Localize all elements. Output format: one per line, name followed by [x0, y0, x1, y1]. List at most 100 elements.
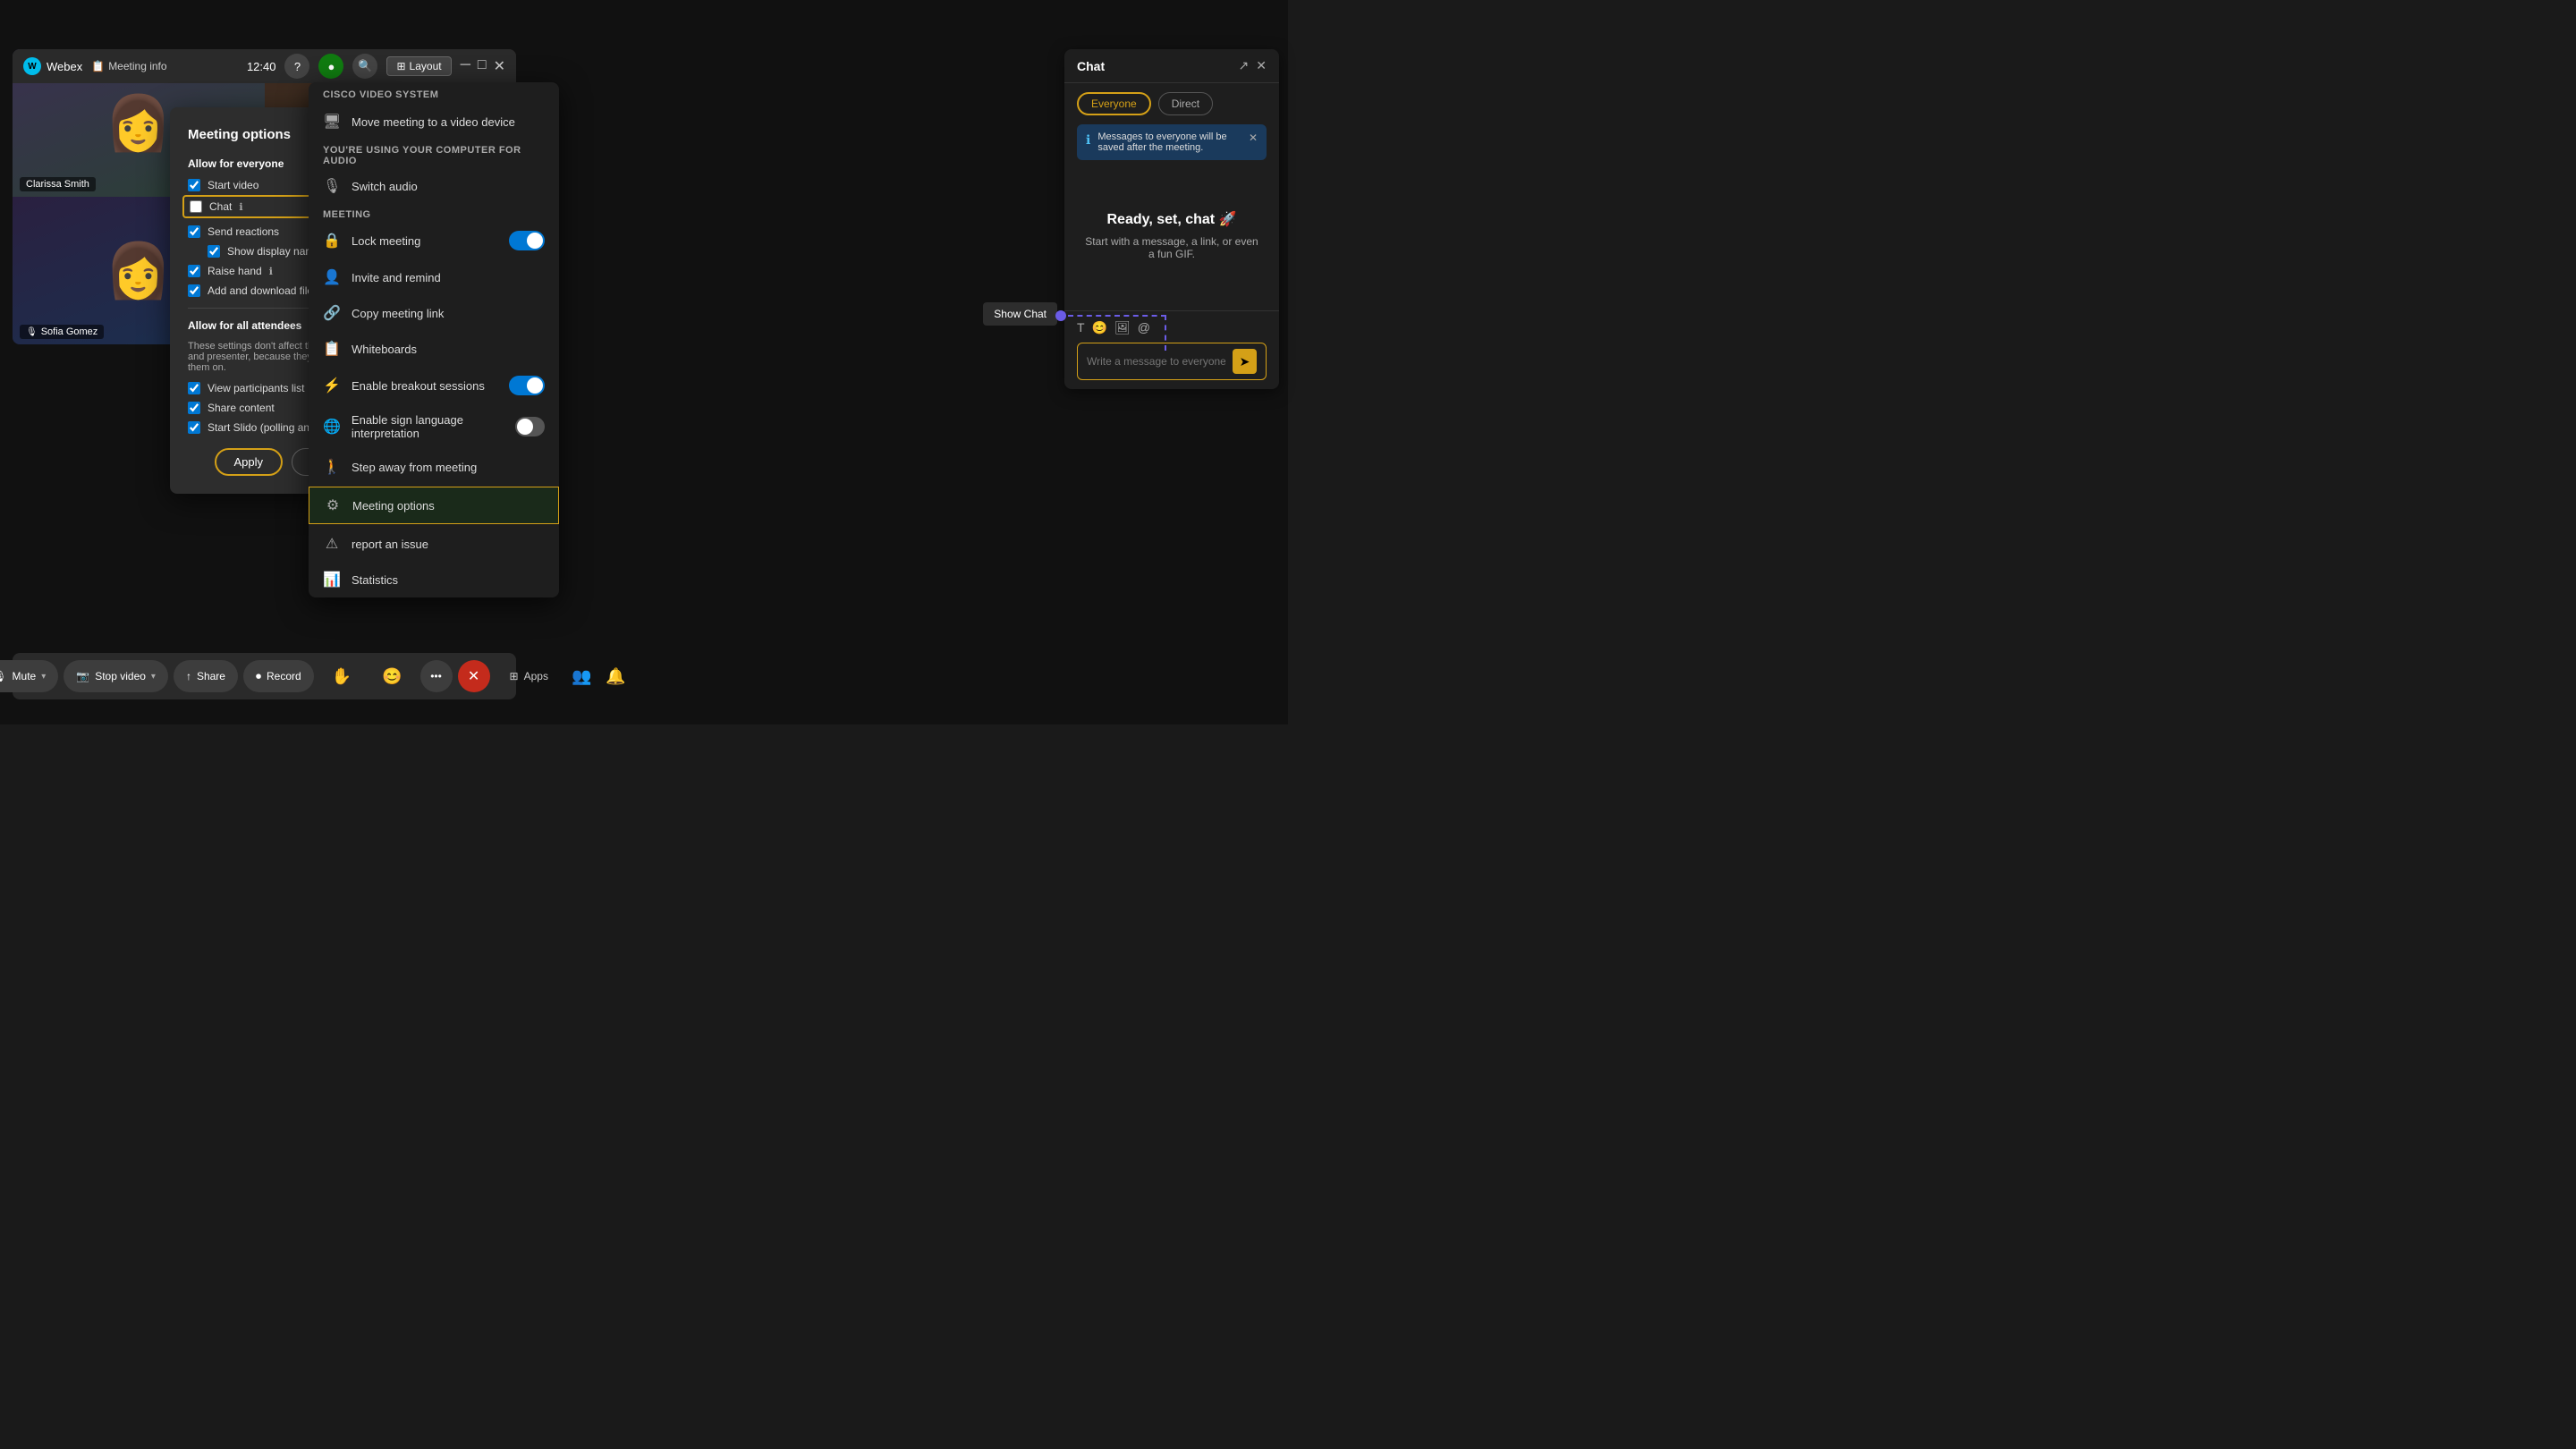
menu-item-report-issue[interactable]: ⚠ report an issue	[309, 526, 559, 562]
sign-language-toggle[interactable]	[515, 417, 545, 436]
switch-audio-label: Switch audio	[352, 180, 418, 193]
add-files-label: Add and download files	[208, 284, 318, 297]
send-reactions-checkbox[interactable]	[188, 225, 200, 238]
view-participants-checkbox[interactable]	[188, 382, 200, 394]
dashed-connector-line	[1068, 315, 1166, 317]
close-window-button[interactable]: ✕	[494, 57, 505, 75]
chat-input-area: T 😊 🖼 @ ➤	[1064, 310, 1279, 389]
raise-hand-checkbox[interactable]	[188, 265, 200, 277]
menu-item-lock-meeting[interactable]: 🔒 Lock meeting	[309, 222, 559, 259]
apply-button[interactable]: Apply	[215, 448, 284, 476]
stop-video-label: Stop video	[95, 670, 146, 682]
chat-input-row: ➤	[1077, 343, 1267, 380]
dashed-connector-vertical	[1165, 315, 1166, 351]
menu-item-sign-language[interactable]: 🌐 Enable sign language interpretation	[309, 404, 559, 449]
toolbar-center: 🎙 Mute ▾ 📷 Stop video ▾ ↑ Share ⏺ Record…	[0, 660, 490, 692]
move-meeting-label: Move meeting to a video device	[352, 115, 515, 129]
status-icon-button[interactable]: ●	[318, 54, 343, 79]
mute-button[interactable]: 🎙 Mute ▾	[0, 660, 58, 692]
gif-icon[interactable]: 🖼	[1114, 320, 1131, 335]
modal-title: Meeting options	[188, 127, 291, 142]
start-slido-checkbox[interactable]	[188, 421, 200, 434]
meeting-options-menu-label: Meeting options	[352, 499, 435, 513]
more-options-button[interactable]: •••	[420, 660, 453, 692]
layout-button[interactable]: ⊞ Layout	[386, 56, 451, 76]
chat-format-toolbar: T 😊 🖼 @	[1077, 320, 1267, 335]
emoji-picker-icon[interactable]: 😊	[1092, 320, 1107, 335]
meeting-toolbar: ⬤ ⊞ ▾ 🎙 Mute ▾ 📷 Stop video ▾ ↑ Share	[13, 653, 516, 699]
menu-item-step-away[interactable]: 🚶 Step away from meeting	[309, 449, 559, 485]
whiteboards-icon: 📋	[323, 340, 341, 358]
notifications-button[interactable]: 🔔	[602, 664, 629, 690]
participants-button[interactable]: 👥	[568, 664, 595, 690]
bell-icon: 🔔	[606, 667, 625, 685]
lock-meeting-icon: 🔒	[323, 232, 341, 250]
step-away-icon: 🚶	[323, 458, 341, 476]
minimize-button[interactable]: ─	[461, 57, 470, 75]
menu-item-copy-link[interactable]: 🔗 Copy meeting link	[309, 295, 559, 331]
tab-everyone[interactable]: Everyone	[1077, 92, 1151, 115]
record-icon: ⏺	[256, 670, 261, 683]
start-video-label: Start video	[208, 179, 258, 191]
menu-item-move-meeting[interactable]: 🖥 Move meeting to a video device	[309, 104, 559, 140]
breakout-toggle-knob	[527, 377, 543, 394]
menu-item-switch-audio[interactable]: 🎙 Switch audio	[309, 168, 559, 204]
sign-language-label: Enable sign language interpretation	[352, 413, 504, 440]
search-icon-button[interactable]: 🔍	[352, 54, 377, 79]
start-video-checkbox[interactable]	[188, 179, 200, 191]
menu-item-statistics[interactable]: 📊 Statistics	[309, 562, 559, 597]
meeting-section-title: Meeting	[309, 204, 559, 222]
show-display-name-checkbox[interactable]	[208, 245, 220, 258]
lock-meeting-toggle[interactable]	[509, 231, 545, 250]
meeting-time: 12:40	[247, 60, 276, 73]
meeting-info-label: Meeting info	[108, 60, 166, 72]
notice-close-button[interactable]: ✕	[1249, 131, 1258, 144]
notice-info-icon: ℹ	[1086, 132, 1090, 148]
hand-raise-button[interactable]: ✋	[319, 660, 364, 692]
layout-label: Layout	[410, 60, 442, 72]
stop-video-button[interactable]: 📷 Stop video ▾	[64, 660, 168, 692]
video-icon: 📷	[76, 670, 89, 682]
apps-button[interactable]: ⊞ Apps	[497, 664, 561, 690]
share-button[interactable]: ↑ Share	[174, 660, 238, 692]
raise-hand-info-icon: ℹ	[269, 266, 273, 277]
meeting-info-button[interactable]: 📋 Meeting info	[91, 60, 166, 72]
mention-icon[interactable]: @	[1138, 320, 1150, 335]
add-files-checkbox[interactable]	[188, 284, 200, 297]
sign-language-icon: 🌐	[323, 418, 341, 436]
share-icon: ↑	[186, 670, 191, 682]
menu-item-invite[interactable]: 👤 Invite and remind	[309, 259, 559, 295]
audio-section-title: You're using your computer for audio	[309, 140, 559, 168]
show-chat-label: Show Chat	[994, 308, 1046, 320]
help-icon-button[interactable]: ?	[284, 54, 309, 79]
chat-notice: ℹ Messages to everyone will be saved aft…	[1077, 124, 1267, 160]
chat-popout-icon[interactable]: ↗	[1239, 58, 1250, 73]
breakout-toggle[interactable]	[509, 376, 545, 395]
share-content-checkbox[interactable]	[188, 402, 200, 414]
cisco-section-title: Cisco video system	[309, 82, 559, 104]
report-issue-label: report an issue	[352, 538, 428, 551]
send-message-button[interactable]: ➤	[1233, 349, 1257, 374]
chat-message-input[interactable]	[1087, 355, 1225, 368]
lock-meeting-label: Lock meeting	[352, 234, 420, 248]
invite-icon: 👤	[323, 268, 341, 286]
tab-direct[interactable]: Direct	[1158, 92, 1213, 115]
text-format-icon[interactable]: T	[1077, 320, 1085, 335]
whiteboards-label: Whiteboards	[352, 343, 417, 356]
chat-close-icon[interactable]: ✕	[1256, 58, 1267, 73]
participant-name-3: 🎙 Sofia Gomez	[20, 325, 104, 339]
menu-item-meeting-options[interactable]: ⚙ Meeting options	[309, 487, 559, 524]
end-call-button[interactable]: ✕	[458, 660, 490, 692]
webex-logo-area: W Webex	[23, 57, 82, 75]
maximize-button[interactable]: □	[478, 57, 487, 75]
meeting-header: W Webex 📋 Meeting info 12:40 ? ● 🔍 ⊞ Lay…	[13, 49, 516, 83]
statistics-label: Statistics	[352, 573, 398, 587]
app-title: Webex	[47, 60, 82, 73]
reactions-button[interactable]: 😊	[369, 660, 414, 692]
chat-checkbox[interactable]	[190, 200, 202, 213]
context-menu: Cisco video system 🖥 Move meeting to a v…	[309, 82, 559, 597]
menu-item-breakout[interactable]: ⚡ Enable breakout sessions	[309, 367, 559, 404]
record-button[interactable]: ⏺ Record	[243, 660, 314, 692]
webex-icon: W	[23, 57, 41, 75]
menu-item-whiteboards[interactable]: 📋 Whiteboards	[309, 331, 559, 367]
